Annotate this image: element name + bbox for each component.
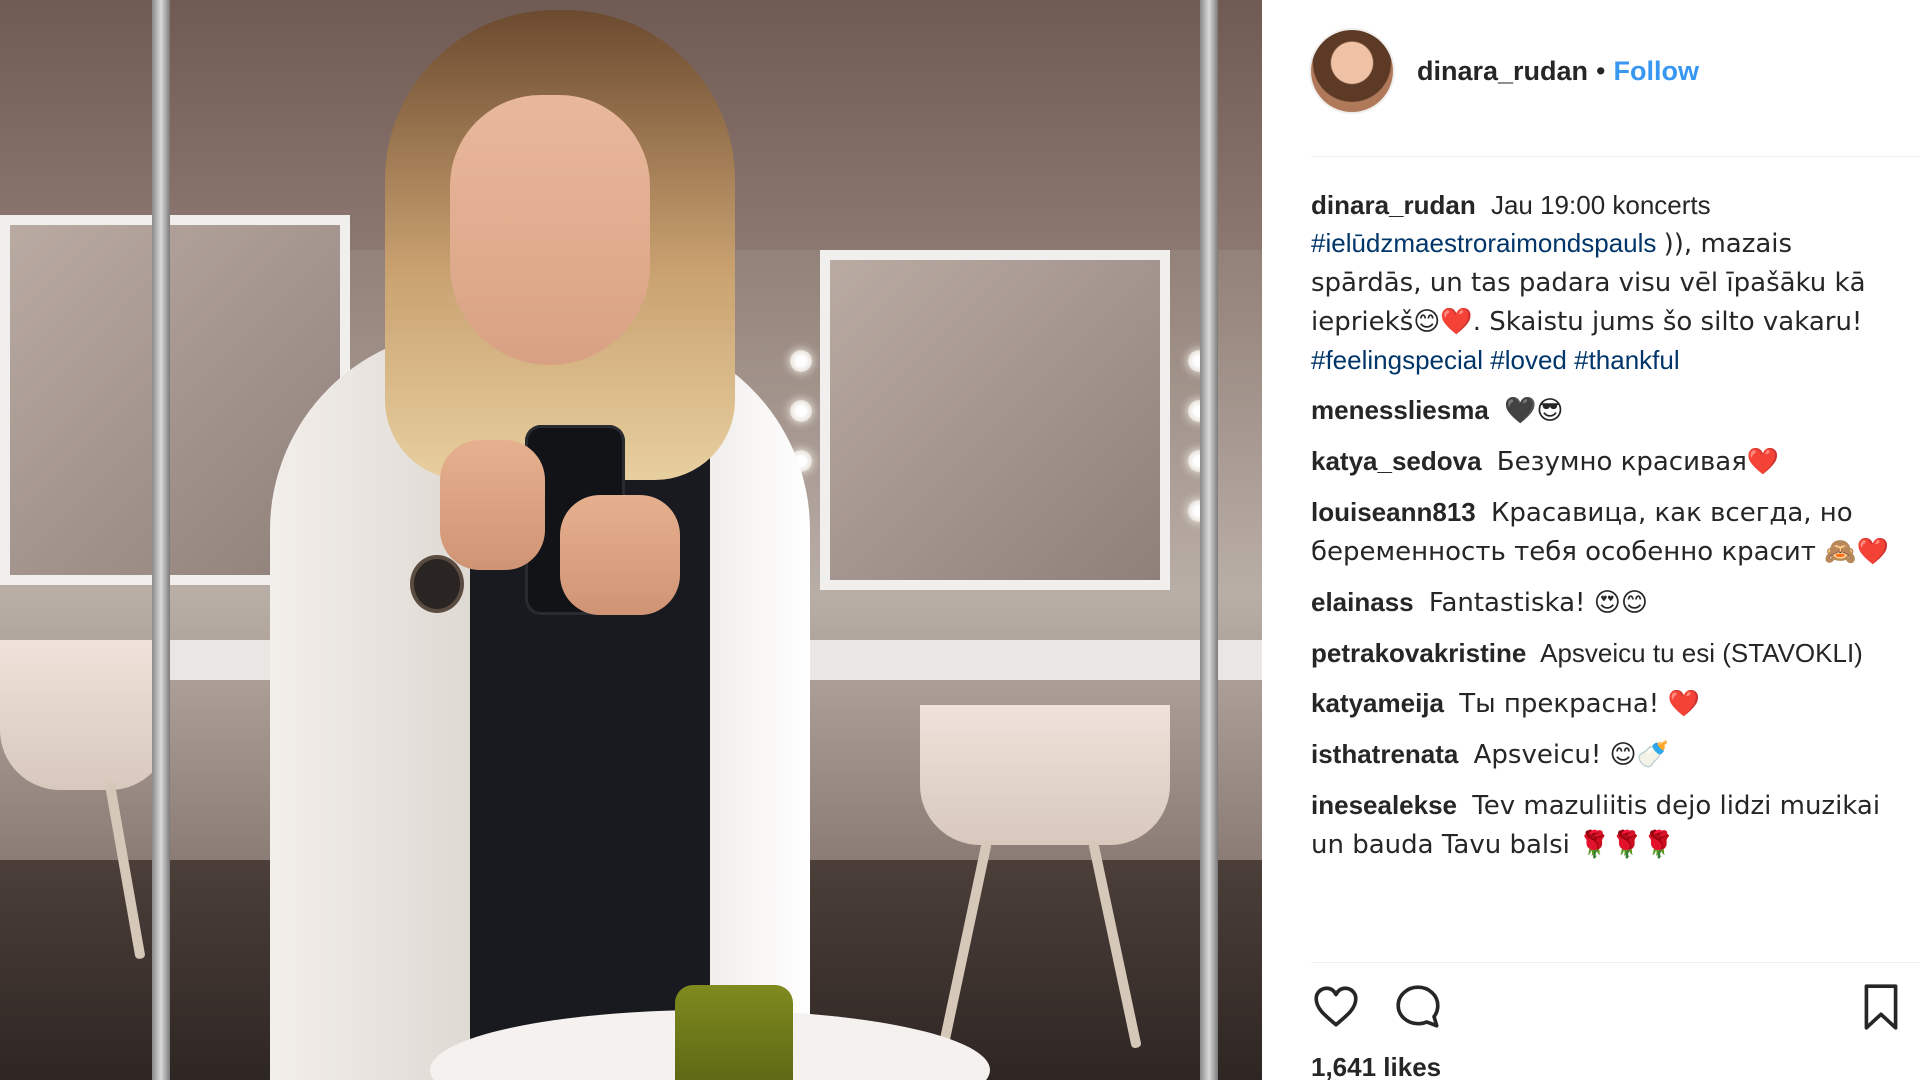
bookmark-outline-icon (1864, 984, 1898, 1030)
photo-chair-left (0, 640, 170, 790)
comment-username[interactable]: elainass (1311, 587, 1414, 617)
post-header: dinara_rudan • Follow (1311, 30, 1699, 112)
comment-username[interactable]: inesealekse (1311, 790, 1457, 820)
comment-item: isthatrenata Apsveicu! 😊🍼 (1311, 735, 1891, 774)
comment-username[interactable]: petrakovakristine (1311, 638, 1526, 668)
comment-text: Apsveicu tu esi (STAVOKLI) (1540, 638, 1863, 668)
comment-text: Безумно красивая❤️ (1496, 447, 1780, 477)
caption-username[interactable]: dinara_rudan (1311, 190, 1476, 220)
photo-stand-pole (152, 0, 170, 1080)
comment-username[interactable]: katya_sedova (1311, 446, 1482, 476)
comment-item: louiseann813 Красавица, как всегда, но б… (1311, 493, 1891, 571)
caption-hashtag[interactable]: #loved (1490, 345, 1567, 375)
like-button[interactable] (1311, 982, 1361, 1032)
photo-stand-pole (1200, 0, 1218, 1080)
caption-hashtag[interactable]: #ielūdzmaestroraimondspauls (1311, 228, 1656, 258)
header-divider (1311, 156, 1920, 157)
comment-username[interactable]: isthatrenata (1311, 739, 1458, 769)
comment-text: Ты прекрасна! ❤️ (1459, 689, 1700, 719)
comment-username[interactable]: katyameija (1311, 688, 1444, 718)
photo-bulb (790, 350, 812, 372)
photo-watch (410, 555, 464, 613)
caption-text: Jau 19:00 koncerts (1490, 190, 1711, 220)
photo-bulb (790, 400, 812, 422)
post-photo[interactable] (0, 0, 1262, 1080)
post-actions (1311, 978, 1898, 1034)
photo-chair-right (920, 705, 1170, 845)
comment-item: katya_sedova Безумно красивая❤️ (1311, 442, 1891, 481)
post-side-panel: dinara_rudan • Follow dinara_rudan Jau 1… (1262, 0, 1920, 1083)
photo-person-face (450, 95, 650, 365)
comment-text: Apsveicu! 😊🍼 (1473, 740, 1670, 770)
save-button[interactable] (1859, 982, 1909, 1032)
comment-item: petrakovakristine Apsveicu tu esi (STAVO… (1311, 634, 1891, 672)
heart-outline-icon (1314, 986, 1358, 1027)
photo-hand-lower (560, 495, 680, 615)
header-separator: • (1596, 55, 1606, 86)
comment-username[interactable]: menessliesma (1311, 395, 1489, 425)
comment-text: 🖤😎 (1504, 396, 1564, 426)
comments-list[interactable]: dinara_rudan Jau 19:00 koncerts #ielūdzm… (1311, 186, 1891, 956)
comment-bubble-icon (1396, 985, 1440, 1028)
instagram-post-view: dinara_rudan • Follow dinara_rudan Jau 1… (0, 0, 1920, 1083)
post-caption: dinara_rudan Jau 19:00 koncerts #ielūdzm… (1311, 186, 1891, 379)
comment-item: menessliesma 🖤😎 (1311, 391, 1891, 430)
caption-hashtag[interactable]: #feelingspecial (1311, 345, 1483, 375)
comment-button[interactable] (1393, 982, 1443, 1032)
follow-button[interactable]: Follow (1614, 56, 1699, 87)
comment-item: inesealekse Tev mazuliitis dejo lidzi mu… (1311, 786, 1891, 864)
avatar[interactable] (1311, 30, 1393, 112)
author-username[interactable]: dinara_rudan (1417, 56, 1588, 87)
likes-count[interactable]: 1,641 likes (1311, 1052, 1441, 1083)
actions-divider (1311, 962, 1920, 963)
photo-hand-upper (440, 440, 545, 570)
comment-item: katyameija Ты прекрасна! ❤️ (1311, 684, 1891, 723)
comment-text: Fantastiska! 😍😊 (1428, 588, 1648, 618)
caption-hashtag[interactable]: #thankful (1574, 345, 1680, 375)
comment-item: elainass Fantastiska! 😍😊 (1311, 583, 1891, 622)
photo-jar (675, 985, 793, 1080)
photo-mirror-1 (820, 250, 1170, 590)
comment-username[interactable]: louiseann813 (1311, 497, 1476, 527)
